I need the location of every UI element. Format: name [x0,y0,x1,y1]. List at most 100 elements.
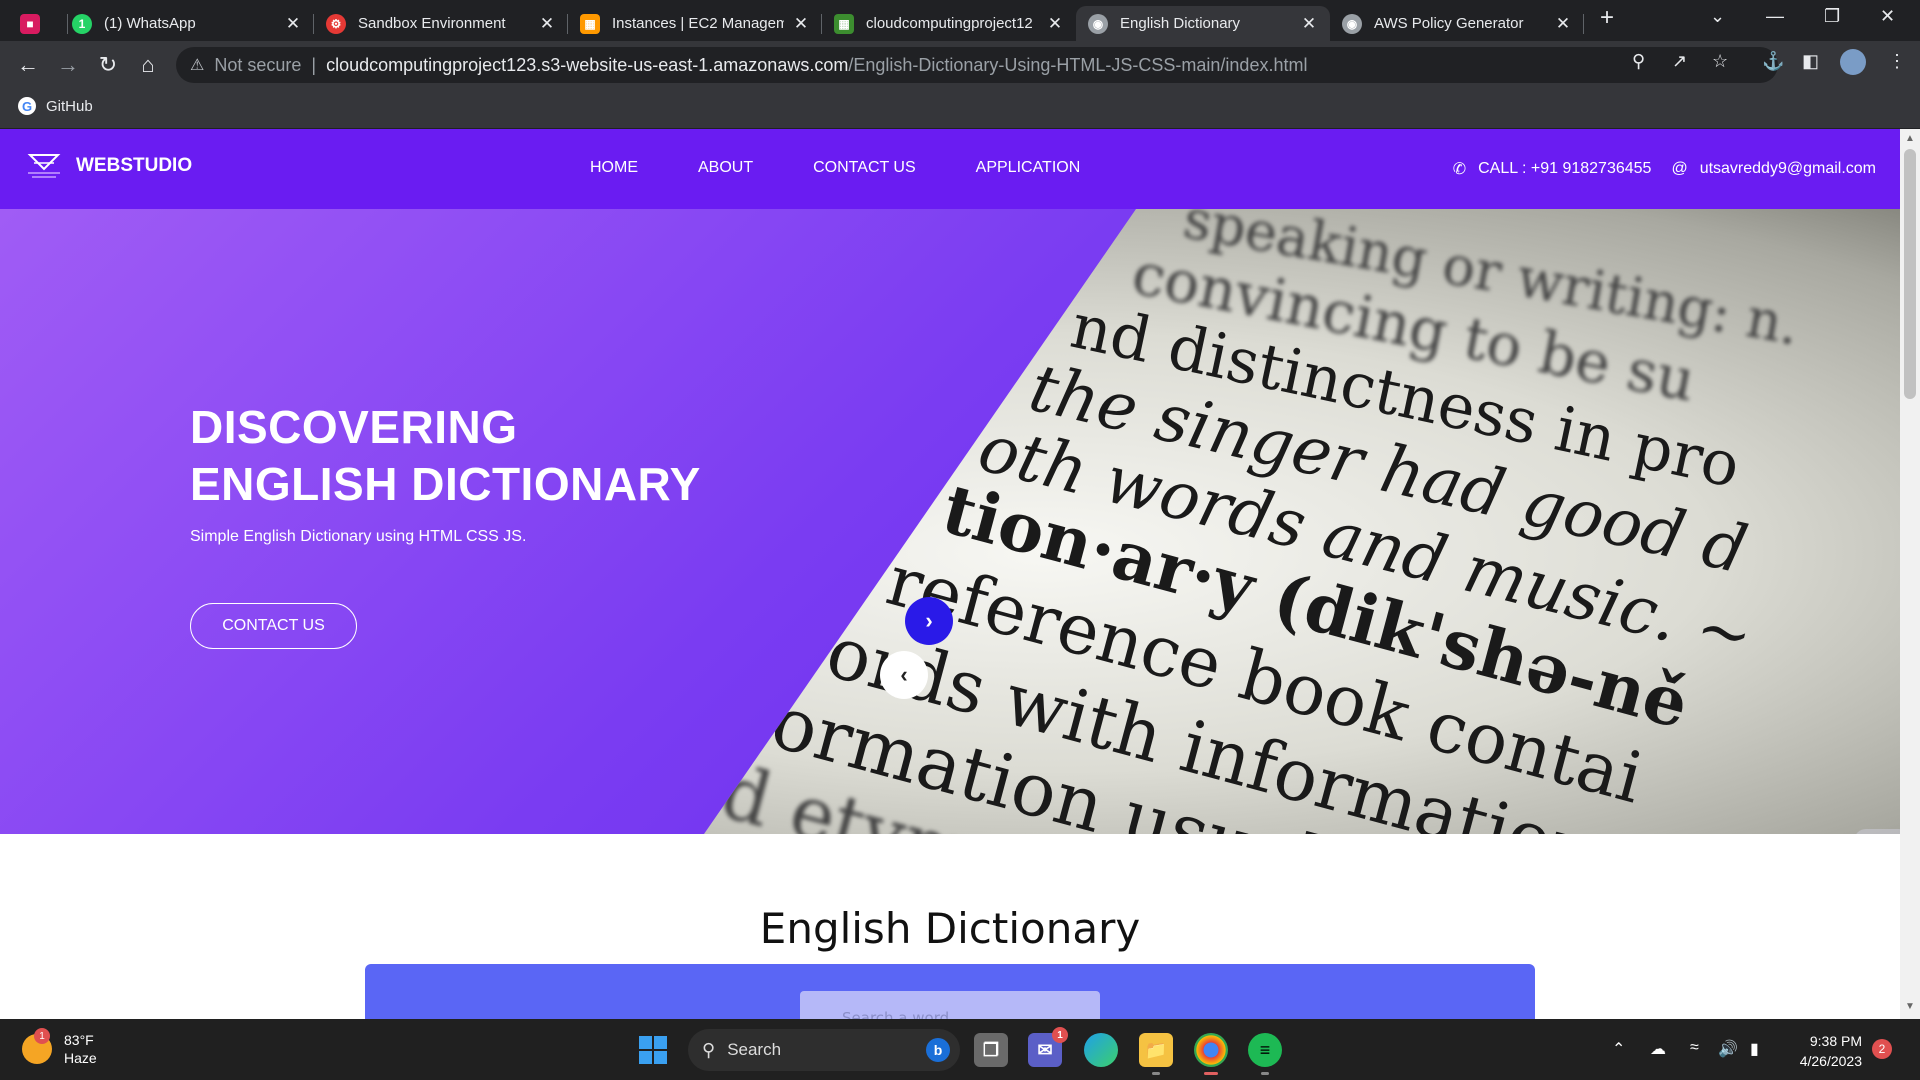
window-close-button[interactable]: ✕ [1880,6,1895,27]
file-explorer-icon[interactable]: 📁 [1139,1033,1173,1075]
header-contact: ✆ CALL : +91 9182736455 @ utsavreddy9@gm… [1453,159,1876,179]
edge-icon[interactable] [1084,1033,1118,1067]
system-clock[interactable]: 9:38 PM 4/26/2023 [1792,1031,1862,1071]
close-icon[interactable]: ✕ [792,14,810,34]
floating-widget-icon[interactable]: ⚡ [1854,829,1900,834]
new-tab-button[interactable]: + [1600,4,1614,32]
weather-sun-icon: 1 [22,1028,52,1064]
close-icon[interactable]: ✕ [284,14,302,34]
tab-title: Sandbox Environment [358,15,506,32]
windows-taskbar: 1 83°F Haze ⚲ Search b ❐ ✉ 1 📁 ≡ ⌃ ☁ ≈ 🔊 … [0,1019,1920,1080]
battery-icon[interactable]: ▮ [1750,1039,1759,1059]
notification-badge[interactable]: 2 [1872,1039,1892,1059]
share-icon[interactable]: ↗ [1672,51,1687,72]
tab-s3-bucket[interactable]: ▦ cloudcomputingproject12 ✕ [822,6,1076,41]
wifi-icon[interactable]: ≈ [1690,1039,1699,1057]
section-title: English Dictionary [759,904,1141,953]
browser-tab-strip: ■ 1 (1) WhatsApp ✕ ⚙ Sandbox Environment… [0,0,1920,41]
security-label[interactable]: Not secure [214,55,301,76]
dictionary-page-image: speaking or writing: n. convincing to be… [704,209,1900,834]
clock-time: 9:38 PM [1809,1033,1862,1049]
carousel-prev-button[interactable]: ‹ [880,651,928,699]
search-input[interactable]: Search a word [800,991,1100,1019]
tab-aws-policy-generator[interactable]: ◉ AWS Policy Generator ✕ [1330,6,1584,41]
nav-about[interactable]: ABOUT [698,159,753,177]
bookmark-github[interactable]: G GitHub [18,97,93,115]
spotify-icon[interactable]: ≡ [1248,1033,1282,1075]
close-icon[interactable]: ✕ [1300,14,1318,34]
nav-home[interactable]: HOME [590,159,638,177]
chrome-icon[interactable] [1194,1033,1228,1075]
close-icon[interactable]: ✕ [538,14,556,34]
hero-subtitle: Simple English Dictionary using HTML CSS… [190,528,527,545]
tab-title: AWS Policy Generator [1374,15,1524,32]
scroll-up-icon[interactable]: ▲ [1905,133,1915,144]
hero-title: DISCOVERING ENGLISH DICTIONARY [190,399,701,513]
nav-application[interactable]: APPLICATION [976,159,1081,177]
weather-widget[interactable]: 1 83°F Haze [22,1028,97,1067]
profile-avatar[interactable] [1840,49,1866,75]
home-button[interactable]: ⌂ [134,51,162,79]
tab-title: (1) WhatsApp [104,15,196,32]
google-icon: G [18,97,36,115]
weather-desc: Haze [64,1050,97,1066]
search-icon: ⚲ [702,1039,716,1060]
restore-button[interactable]: ❐ [1824,6,1840,27]
back-button[interactable]: ← [14,51,42,79]
tab-search-chevron-icon[interactable]: ⌄ [1710,6,1725,27]
url-path: /English-Dictionary-Using-HTML-JS-CSS-ma… [848,54,1308,75]
bookmark-star-icon[interactable]: ☆ [1712,51,1728,72]
hero-title-line2: ENGLISH DICTIONARY [190,458,701,510]
side-panel-icon[interactable]: ◧ [1802,51,1819,72]
brand-name: WEBSTUDIO [76,155,193,176]
email-address[interactable]: utsavreddy9@gmail.com [1700,160,1876,178]
bookmarks-bar: G GitHub [0,89,1920,129]
whatsapp-icon: 1 [72,13,92,34]
tab-pinned-app[interactable]: ■ [8,6,68,41]
nav-contact-us[interactable]: CONTACT US [813,159,916,177]
start-button[interactable] [639,1036,667,1064]
tab-english-dictionary[interactable]: ◉ English Dictionary ✕ [1076,6,1330,41]
teams-chat-icon[interactable]: ✉ 1 [1028,1027,1068,1067]
zoom-icon[interactable]: ⚲ [1632,51,1645,72]
site-header: WEBSTUDIO HOME ABOUT CONTACT US APPLICAT… [0,129,1900,209]
tab-whatsapp[interactable]: 1 (1) WhatsApp ✕ [60,6,314,41]
logo-icon [27,154,61,178]
s3-icon: ▦ [834,13,854,34]
onedrive-icon[interactable]: ☁ [1650,1039,1666,1059]
aws-icon: ▦ [580,13,600,34]
search-label: Search [727,1040,782,1059]
warning-icon[interactable]: ⚠ [190,55,204,75]
tab-ec2-instances[interactable]: ▦ Instances | EC2 Manageme ✕ [568,6,822,41]
bing-icon[interactable]: b [926,1038,950,1062]
reload-button[interactable]: ↻ [94,51,122,79]
address-bar[interactable]: ⚠ Not secure | cloudcomputingproject123.… [176,47,1778,83]
dictionary-card: Search a word [365,964,1535,1019]
phone-number[interactable]: CALL : +91 9182736455 [1478,160,1651,178]
browser-toolbar: ← → ↻ ⌂ ⚠ Not secure | cloudcomputingpro… [0,41,1920,89]
tray-overflow-chevron-icon[interactable]: ⌃ [1612,1039,1625,1059]
tab-title: Instances | EC2 Manageme [612,15,784,32]
tab-sandbox-environment[interactable]: ⚙ Sandbox Environment ✕ [314,6,568,41]
taskbar-search[interactable]: ⚲ Search b [688,1029,960,1071]
hero-title-line1: DISCOVERING [190,401,518,453]
page-scrollbar[interactable]: ▲ ▼ [1900,129,1920,1019]
task-view-icon[interactable]: ❐ [974,1033,1008,1067]
forward-button[interactable]: → [54,51,82,79]
menu-kebab-icon[interactable]: ⋮ [1888,51,1906,72]
scrollbar-thumb[interactable] [1904,149,1916,399]
close-icon[interactable]: ✕ [1046,14,1064,34]
site-logo[interactable]: WEBSTUDIO [26,151,192,181]
url-host: cloudcomputingproject123.s3-website-us-e… [326,54,849,75]
globe-icon: ◉ [1342,13,1362,34]
carousel-next-button[interactable]: › [905,597,953,645]
weather-temp: 83°F [64,1032,94,1048]
volume-icon[interactable]: 🔊 [1718,1039,1738,1059]
close-icon[interactable]: ✕ [1554,14,1572,34]
tab-title: cloudcomputingproject12 [866,15,1033,32]
hero-contact-button[interactable]: CONTACT US [190,603,357,649]
teams-badge: 1 [1052,1027,1068,1043]
scroll-down-icon[interactable]: ▼ [1905,1001,1915,1012]
minimize-button[interactable]: — [1766,6,1784,27]
extensions-icon[interactable]: ⚓ [1762,51,1784,72]
